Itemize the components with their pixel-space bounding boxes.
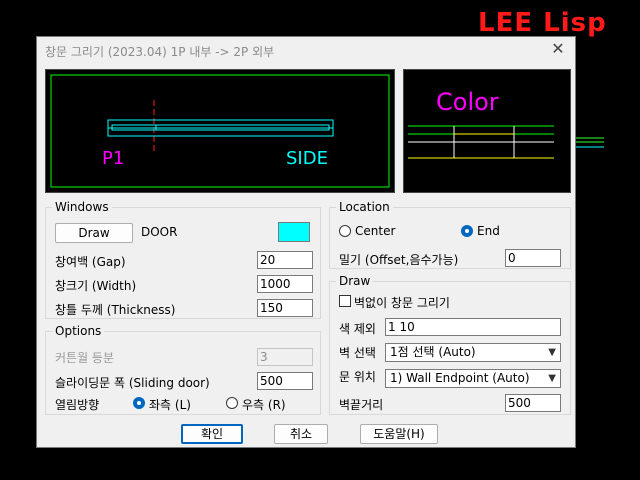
help-button[interactable]: 도움말(H)	[360, 424, 438, 444]
door-position-value: 1) Wall Endpoint (Auto)	[390, 371, 530, 385]
close-icon[interactable]: ✕	[549, 40, 567, 58]
wall-select-value: 1점 선택 (Auto)	[390, 345, 476, 359]
color-swatch[interactable]	[278, 222, 310, 242]
cancel-button[interactable]: 취소	[274, 424, 328, 444]
open-left-radio[interactable]	[133, 397, 145, 409]
center-label[interactable]: Center	[355, 224, 395, 238]
chevron-down-icon: ▼	[548, 373, 556, 384]
thickness-label: 창틀 두께 (Thickness)	[55, 303, 176, 317]
gap-label: 창여백 (Gap)	[55, 255, 126, 269]
color-preview: Color	[403, 69, 571, 193]
offset-input[interactable]: 0	[505, 249, 561, 267]
gap-input[interactable]: 20	[257, 251, 313, 269]
width-label: 창크기 (Width)	[55, 279, 137, 293]
window-dialog: 창문 그리기 (2023.04) 1P 내부 -> 2P 외부 ✕ P1 SID…	[36, 36, 576, 448]
center-radio[interactable]	[339, 225, 351, 237]
preview-drawing	[50, 74, 390, 188]
open-direction-label: 열림방향	[55, 398, 100, 412]
end-label[interactable]: End	[477, 224, 500, 238]
preview-p1-text: P1	[102, 148, 125, 169]
door-position-label: 문 위치	[339, 370, 376, 384]
options-group-label: Options	[52, 324, 105, 338]
exclude-color-label: 색 제외	[339, 322, 376, 336]
door-label: DOOR	[141, 225, 178, 239]
chevron-down-icon: ▼	[548, 347, 556, 358]
draw-button[interactable]: Draw	[55, 223, 133, 243]
exclude-color-input[interactable]: 1 10	[385, 318, 561, 336]
window-preview: P1 SIDE	[45, 69, 395, 193]
wall-end-distance-label: 벽끝거리	[339, 398, 384, 412]
open-left-label[interactable]: 좌측 (L)	[149, 396, 191, 413]
curtain-wall-label: 커튼월 등분	[55, 351, 115, 365]
curtain-wall-input: 3	[257, 348, 313, 366]
windows-group-label: Windows	[52, 200, 112, 214]
wall-select-dropdown[interactable]: 1점 선택 (Auto) ▼	[385, 343, 561, 362]
background-drawing-lines	[576, 137, 604, 148]
end-radio[interactable]	[461, 225, 473, 237]
wall-end-distance-input[interactable]: 500	[505, 394, 561, 412]
preview-side-text: SIDE	[286, 148, 328, 169]
brand-title: LEE Lisp	[478, 8, 607, 38]
open-right-label[interactable]: 우측 (R)	[242, 396, 286, 413]
no-wall-label[interactable]: 벽없이 창문 그리기	[354, 294, 450, 311]
door-position-dropdown[interactable]: 1) Wall Endpoint (Auto) ▼	[385, 369, 561, 388]
sliding-door-input[interactable]: 500	[257, 372, 313, 390]
open-right-radio[interactable]	[226, 397, 238, 409]
thickness-input[interactable]: 150	[257, 299, 313, 317]
draw-group-label: Draw	[336, 274, 374, 288]
dialog-title: 창문 그리기 (2023.04) 1P 내부 -> 2P 외부	[45, 45, 275, 59]
width-input[interactable]: 1000	[257, 275, 313, 293]
ok-button[interactable]: 확인	[181, 424, 243, 444]
no-wall-checkbox[interactable]	[339, 295, 351, 307]
location-group-label: Location	[336, 200, 393, 214]
offset-label: 밀기 (Offset,음수가능)	[339, 253, 459, 267]
color-preview-text: Color	[436, 88, 499, 116]
sliding-door-label: 슬라이딩문 폭 (Sliding door)	[55, 376, 210, 390]
wall-select-label: 벽 선택	[339, 346, 376, 360]
